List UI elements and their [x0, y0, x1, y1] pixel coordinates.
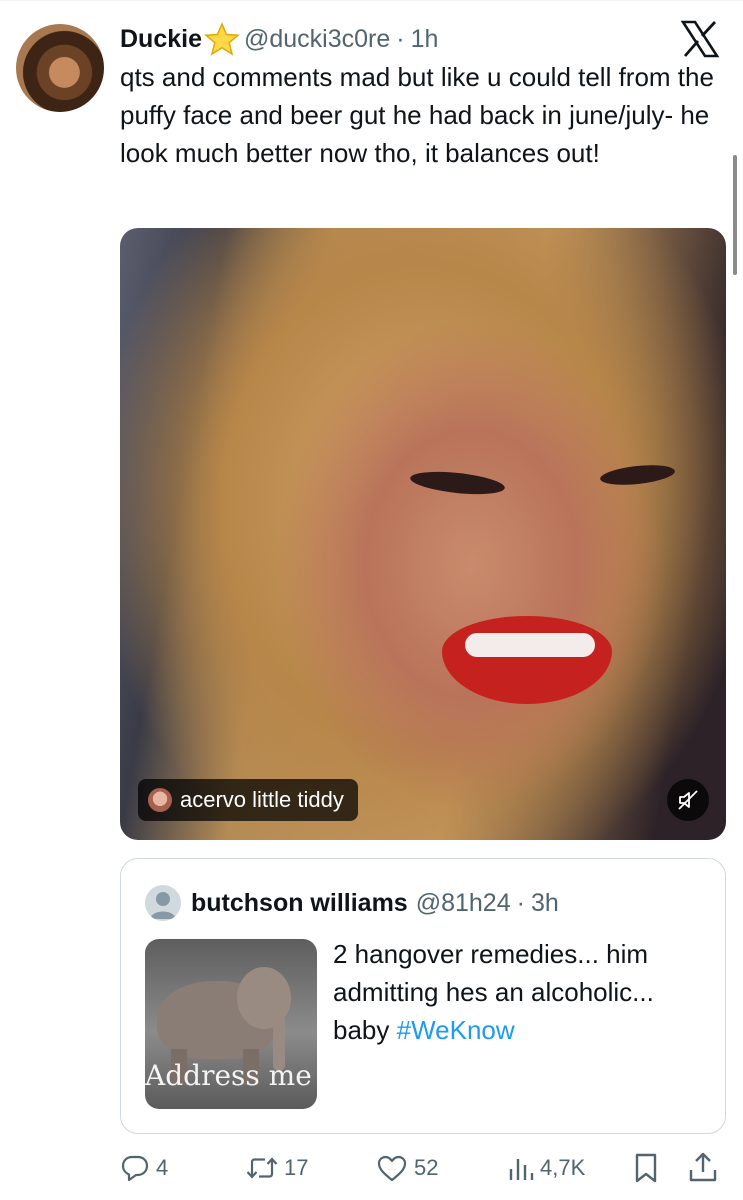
quote-timestamp[interactable]: 3h — [531, 889, 559, 918]
repost-button[interactable]: 17 — [246, 1148, 308, 1188]
views-count: 4,7K — [540, 1155, 586, 1180]
quote-thumbnail[interactable]: Address me — [145, 939, 317, 1109]
timestamp[interactable]: 1h — [411, 25, 439, 54]
display-name[interactable]: Duckie — [120, 25, 202, 54]
thumbnail-caption: Address me — [145, 1059, 312, 1092]
x-logo-icon — [680, 20, 720, 58]
reply-count: 4 — [156, 1155, 169, 1180]
views-icon — [509, 1159, 534, 1180]
media-caption-text: acervo little tiddy — [180, 787, 344, 812]
media-detail — [599, 462, 676, 488]
reply-icon — [121, 1155, 149, 1182]
star-icon — [204, 22, 240, 56]
like-icon — [377, 1155, 407, 1182]
repost-icon — [246, 1157, 278, 1179]
scrollbar[interactable] — [733, 155, 737, 275]
share-icon[interactable] — [688, 1150, 718, 1184]
default-avatar-icon — [150, 892, 176, 919]
media-caption: acervo little tiddy — [138, 779, 358, 821]
quote-handle[interactable]: @81h24 — [416, 889, 511, 918]
reply-button[interactable]: 4 — [120, 1148, 168, 1188]
views-button[interactable]: 4,7K — [508, 1148, 585, 1188]
hashtag-link[interactable]: #WeKnow — [397, 1015, 515, 1045]
like-button[interactable]: 52 — [376, 1148, 438, 1188]
tweet-text: qts and comments mad but like u could te… — [120, 62, 714, 168]
quote-display-name[interactable]: butchson williams — [191, 889, 408, 918]
quote-avatar[interactable] — [145, 885, 181, 921]
caption-avatar — [148, 788, 172, 812]
media-detail — [442, 616, 612, 704]
handle[interactable]: @ducki3c0re — [244, 25, 390, 54]
action-bar: 4 17 52 4,7K — [120, 1148, 726, 1188]
top-divider — [0, 0, 743, 1]
avatar[interactable] — [16, 24, 104, 112]
like-count: 52 — [414, 1155, 439, 1180]
media-video[interactable]: acervo little tiddy — [120, 228, 726, 840]
media-detail — [465, 633, 595, 657]
mute-icon — [678, 790, 698, 810]
quote-text: 2 hangover remedies... him admitting hes… — [333, 935, 713, 1049]
mute-button[interactable] — [667, 779, 709, 821]
media-detail — [409, 468, 506, 498]
bookmark-icon[interactable] — [632, 1152, 660, 1184]
tweet-header: Duckie @ducki3c0re · 1h — [120, 20, 438, 58]
quote-separator-dot: · — [516, 888, 525, 917]
separator-dot: · — [396, 24, 405, 53]
repost-count: 17 — [284, 1155, 309, 1180]
quote-tweet-card[interactable]: butchson williams @81h24 · 3h Address me… — [120, 858, 726, 1134]
quote-header: butchson williams @81h24 · 3h — [191, 885, 559, 921]
